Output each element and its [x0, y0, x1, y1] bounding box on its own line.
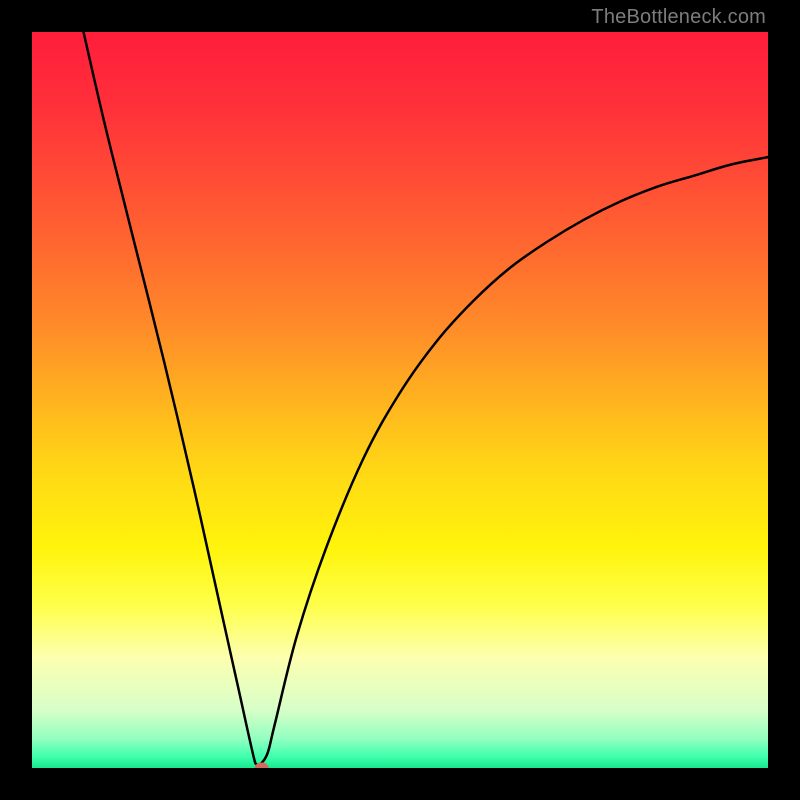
- bottleneck-curve: [32, 32, 768, 768]
- plot-area: [32, 32, 768, 768]
- chart-frame: TheBottleneck.com: [0, 0, 800, 800]
- watermark-text: TheBottleneck.com: [591, 6, 766, 29]
